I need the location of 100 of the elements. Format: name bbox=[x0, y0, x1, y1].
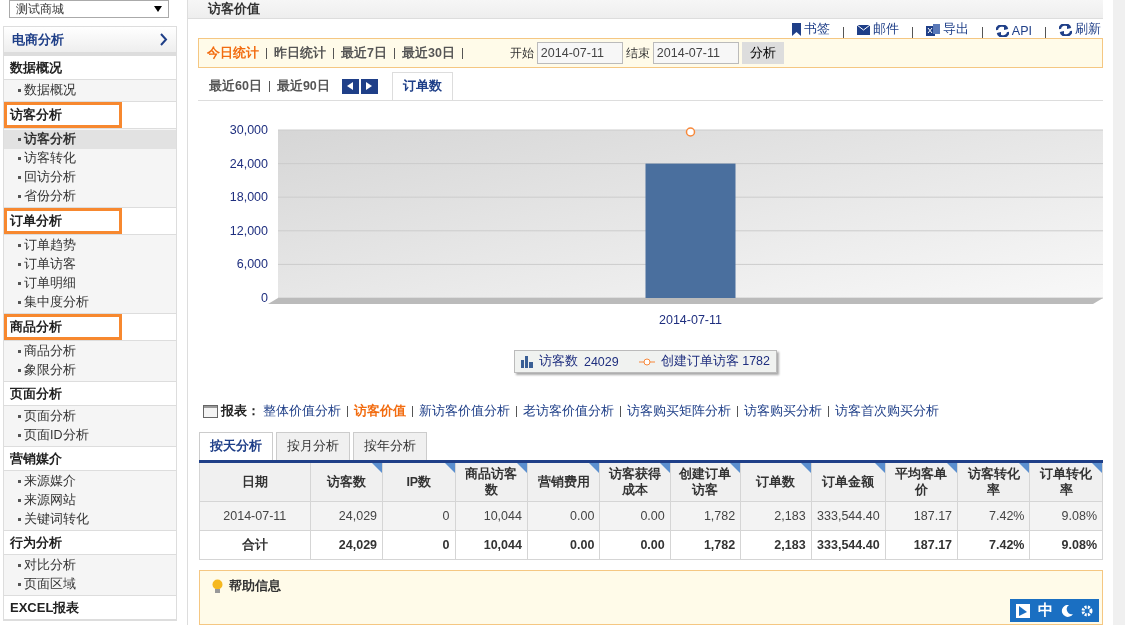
sidebar-item[interactable]: 集中度分析 bbox=[4, 293, 176, 312]
column-header[interactable]: 创建订单访客 bbox=[670, 461, 741, 502]
sidebar-item[interactable]: 来源媒介 bbox=[4, 472, 176, 491]
sidebar-item[interactable]: 访客转化 bbox=[4, 149, 176, 168]
help-corner-icon bbox=[730, 463, 741, 473]
line-marker-icon bbox=[638, 357, 655, 366]
help-title: 帮助信息 bbox=[229, 577, 281, 595]
report-link[interactable]: 整体价值分析 bbox=[263, 403, 341, 420]
table-cell: 333,544.40 bbox=[811, 530, 886, 560]
table-cell: 187.17 bbox=[885, 530, 958, 560]
table-tab[interactable]: 按月分析 bbox=[276, 432, 350, 460]
refresh-icon bbox=[995, 25, 1009, 38]
sidebar-item[interactable]: 省份分析 bbox=[4, 187, 176, 206]
previous-button[interactable] bbox=[341, 78, 359, 94]
sidebar-item[interactable]: 订单趋势 bbox=[4, 236, 176, 255]
sidebar-item[interactable]: 页面ID分析 bbox=[4, 426, 176, 445]
table-tab[interactable]: 按年分析 bbox=[353, 432, 427, 460]
period-link[interactable]: 昨日统计 bbox=[274, 44, 326, 62]
column-header[interactable]: 订单转化率 bbox=[1029, 461, 1103, 502]
ime-logo-icon bbox=[1016, 603, 1030, 618]
sidebar-item[interactable]: 关键词转化 bbox=[4, 510, 176, 529]
table-cell: 10,044 bbox=[455, 530, 528, 560]
chevron-right-icon bbox=[160, 33, 168, 46]
sidebar-item[interactable]: 订单明细 bbox=[4, 274, 176, 293]
column-header[interactable]: 订单金额 bbox=[811, 461, 886, 502]
end-date-field[interactable]: 2014-07-11 bbox=[652, 42, 739, 65]
sidebar-item[interactable]: 页面区域 bbox=[4, 575, 176, 594]
sidebar-item[interactable]: 访客分析 bbox=[4, 130, 176, 149]
y-tick-label: 12,000 bbox=[229, 223, 268, 238]
help-corner-icon bbox=[800, 463, 811, 473]
toolbar-link[interactable]: 导出 bbox=[925, 21, 969, 39]
help-corner-icon bbox=[659, 463, 670, 473]
column-header[interactable]: 商品访客数 bbox=[455, 461, 528, 502]
legend-label: 创建订单访客 1782 bbox=[660, 353, 770, 370]
help-corner-icon bbox=[1019, 463, 1030, 473]
table-cell: 0.00 bbox=[527, 501, 600, 531]
help-corner-icon bbox=[516, 463, 527, 473]
sidebar-item[interactable]: 商品分析 bbox=[4, 342, 176, 361]
table-cell: 合计 bbox=[199, 530, 311, 560]
help-corner-icon bbox=[372, 463, 383, 473]
help-corner-icon bbox=[947, 463, 958, 473]
chart-tab[interactable]: 订单数 bbox=[391, 72, 453, 101]
table-cell: 2014-07-11 bbox=[199, 501, 311, 531]
sidebar-group-header[interactable]: EXCEL报表 bbox=[4, 596, 176, 620]
report-link[interactable]: 老访客价值分析 bbox=[523, 403, 614, 420]
ime-toolbar[interactable]: 中 bbox=[1010, 599, 1099, 622]
sidebar-item[interactable]: 对比分析 bbox=[4, 556, 176, 575]
export-icon bbox=[925, 23, 940, 36]
next-button[interactable] bbox=[360, 78, 378, 94]
report-link[interactable]: 访客购买分析 bbox=[744, 403, 822, 420]
table-cell: 2,183 bbox=[740, 530, 812, 560]
table-cell: 333,544.40 bbox=[811, 501, 886, 531]
gear-icon bbox=[1081, 604, 1093, 617]
page-title: 访客价值 bbox=[188, 0, 1103, 19]
column-header[interactable]: 平均客单价 bbox=[885, 461, 958, 502]
start-label: 开始 bbox=[509, 44, 534, 62]
sidebar-item[interactable]: 象限分析 bbox=[4, 361, 176, 380]
legend-label: 访客数 bbox=[538, 353, 578, 370]
period-link[interactable]: 最近30日 bbox=[401, 44, 455, 62]
y-tick-label: 0 bbox=[261, 291, 268, 305]
period-link[interactable]: 最近7日 bbox=[341, 44, 387, 62]
report-link[interactable]: 新访客价值分析 bbox=[419, 403, 510, 420]
start-date-field[interactable]: 2014-07-11 bbox=[536, 42, 623, 65]
left-arrow-icon bbox=[347, 82, 354, 91]
table-cell: 10,044 bbox=[455, 501, 528, 531]
sidebar-item[interactable]: 订单访客 bbox=[4, 255, 176, 274]
table-cell: 1,782 bbox=[670, 530, 741, 560]
table-cell: 0 bbox=[382, 530, 455, 560]
sidebar-item[interactable]: 页面分析 bbox=[4, 407, 176, 426]
toolbar-link[interactable]: 刷新 bbox=[1059, 21, 1101, 39]
right-arrow-icon bbox=[366, 82, 373, 91]
period-link[interactable]: 最近60日 bbox=[209, 77, 262, 95]
report-link[interactable]: 访客首次购买分析 bbox=[835, 403, 939, 420]
sidebar-item[interactable]: 来源网站 bbox=[4, 491, 176, 510]
table-cell: 7.42% bbox=[957, 530, 1030, 560]
column-header[interactable]: 访客转化率 bbox=[957, 461, 1030, 502]
analyze-button[interactable]: 分析 bbox=[741, 42, 784, 65]
store-dropdown[interactable]: 测试商城 bbox=[9, 0, 169, 18]
column-header[interactable]: 日期 bbox=[199, 461, 311, 502]
report-icon bbox=[203, 405, 218, 418]
sidebar-item[interactable]: 数据概况 bbox=[4, 81, 176, 100]
toolbar-link[interactable]: 书签 bbox=[791, 21, 830, 39]
table-cell: 0.00 bbox=[527, 530, 600, 560]
toolbar-link[interactable]: 邮件 bbox=[856, 21, 899, 39]
table-cell: 2,183 bbox=[740, 501, 812, 531]
column-header[interactable]: IP数 bbox=[382, 461, 455, 502]
help-corner-icon bbox=[1092, 463, 1102, 473]
bar-chart-icon bbox=[520, 355, 533, 368]
dropdown-arrow-icon bbox=[154, 6, 162, 12]
table-cell: 9.08% bbox=[1029, 530, 1103, 560]
column-header[interactable]: 订单数 bbox=[740, 461, 812, 502]
column-header[interactable]: 访客数 bbox=[310, 461, 383, 502]
column-header[interactable]: 访客获得成本 bbox=[599, 461, 671, 502]
table-cell: 24,029 bbox=[310, 501, 383, 531]
column-header[interactable]: 营销费用 bbox=[527, 461, 600, 502]
sidebar-item[interactable]: 回访分析 bbox=[4, 168, 176, 187]
report-link[interactable]: 访客购买矩阵分析 bbox=[627, 403, 731, 420]
period-link[interactable]: 最近90日 bbox=[276, 77, 330, 95]
table-tab[interactable]: 按天分析 bbox=[199, 432, 273, 460]
toolbar-link[interactable]: API bbox=[995, 24, 1032, 39]
